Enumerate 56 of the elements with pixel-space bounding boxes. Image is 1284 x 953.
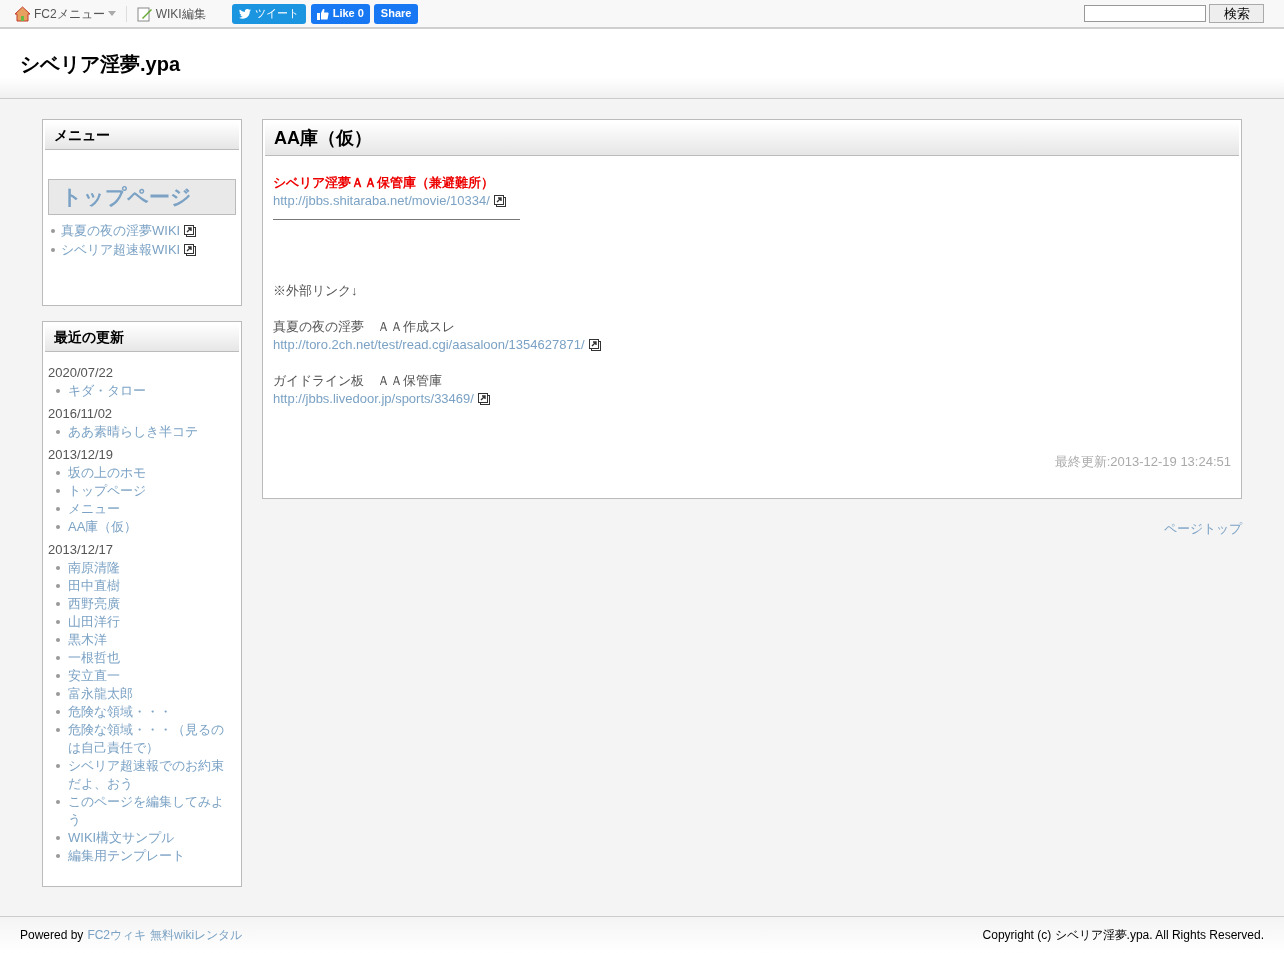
page-link[interactable]: トップページ <box>68 482 226 500</box>
edit-icon <box>136 5 153 22</box>
house-icon <box>14 5 31 22</box>
page-link[interactable]: 編集用テンプレート <box>68 847 226 865</box>
page-top-link[interactable]: ページトップ <box>1164 518 1242 538</box>
menu-link[interactable]: シベリア超速報WIKI <box>61 239 197 260</box>
panel-title: 最近の更新 <box>54 328 124 347</box>
page-link[interactable]: 西野亮廣 <box>68 595 226 613</box>
search-button[interactable]: 検索 <box>1209 4 1264 23</box>
last-updated: 最終更新:2013-12-19 13:24:51 <box>1054 453 1231 471</box>
footer-link[interactable]: FC2ウィキ <box>87 926 147 944</box>
thumbs-up-icon <box>316 7 329 20</box>
external-link[interactable]: http://jbbs.livedoor.jp/sports/33469/ <box>273 390 474 408</box>
page-link[interactable]: 黒木洋 <box>68 631 226 649</box>
article-title: AA庫（仮） <box>274 127 372 150</box>
page-link[interactable]: 一根哲也 <box>68 649 226 667</box>
site-title[interactable]: シベリア淫夢.ypa <box>20 48 181 79</box>
update-date: 2013/12/17 <box>48 541 115 559</box>
page-link[interactable]: 危険な領域・・・ <box>68 703 226 721</box>
body-text: ガイドライン板 ＡＡ保管庫 <box>273 372 443 390</box>
page-link[interactable]: 田中直樹 <box>68 577 226 595</box>
highlighted-text: シベリア淫夢ＡＡ保管庫（兼避難所） <box>273 174 495 192</box>
page-link[interactable]: 南原清隆 <box>68 559 226 577</box>
page-link[interactable]: WIKI構文サンプル <box>68 829 226 847</box>
page-link[interactable]: キダ・タロー <box>68 382 226 400</box>
fc2-menu[interactable]: FC2メニュー <box>14 4 116 23</box>
footer-link[interactable]: 無料wikiレンタル <box>150 926 243 944</box>
menu-link[interactable]: 真夏の夜の淫夢WIKI <box>61 220 197 241</box>
page-link[interactable]: 危険な領域・・・（見るのは自己責任で） <box>68 721 226 757</box>
page-link[interactable]: 山田洋行 <box>68 613 226 631</box>
page-link[interactable]: 富永龍太郎 <box>68 685 226 703</box>
powered-by-text: Powered by <box>20 927 84 944</box>
page-link[interactable]: 坂の上のホモ <box>68 464 226 482</box>
caret-icon <box>107 11 116 16</box>
page-link[interactable]: ああ素晴らしき半コテ <box>68 423 226 441</box>
panel-title: メニュー <box>54 126 110 145</box>
page-link[interactable]: メニュー <box>68 500 226 518</box>
update-date: 2016/11/02 <box>48 405 114 423</box>
body-text: ※外部リンク↓ <box>273 282 359 300</box>
external-link[interactable]: http://jbbs.shitaraba.net/movie/10334/ <box>273 192 490 210</box>
external-link[interactable]: http://toro.2ch.net/test/read.cgi/aasaloon/1354627871/ <box>273 336 585 354</box>
page-link[interactable]: AA庫（仮） <box>68 518 226 536</box>
menu-heading-link[interactable]: トップページ <box>48 179 236 215</box>
like-button[interactable]: Like 0 <box>310 3 370 24</box>
update-date: 2013/12/19 <box>48 446 115 464</box>
page-link[interactable]: シベリア超速報でのお約束だよ、おう <box>68 757 226 793</box>
page-link[interactable]: このページを編集してみよう <box>68 793 226 829</box>
bird-icon <box>238 8 251 19</box>
search-field[interactable] <box>1084 5 1206 22</box>
tweet-button[interactable]: ツイート <box>231 3 306 24</box>
share-button[interactable]: Share <box>373 3 419 24</box>
body-text: 真夏の夜の淫夢 ＡＡ作成スレ <box>273 318 456 336</box>
copyright-text: Copyright (c) シベリア淫夢.ypa. All Rights Reserved. <box>982 927 1264 944</box>
wiki-edit-link[interactable]: WIKI編集 <box>136 4 206 23</box>
page-link[interactable]: 安立直一 <box>68 667 226 685</box>
update-date: 2020/07/22 <box>48 364 115 382</box>
